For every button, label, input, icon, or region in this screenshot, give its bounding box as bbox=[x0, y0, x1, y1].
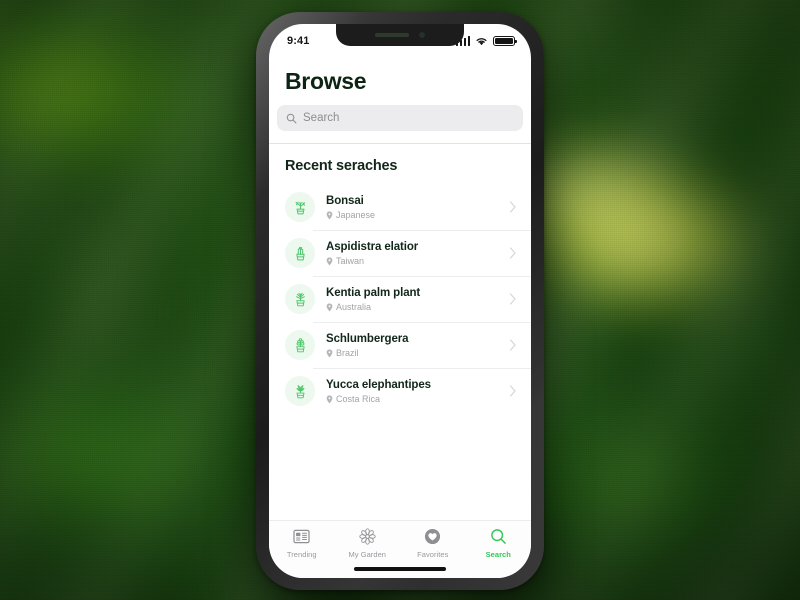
plant-origin: Taiwan bbox=[326, 256, 503, 266]
search-bar-container bbox=[269, 95, 531, 143]
chevron-right-icon bbox=[503, 339, 517, 351]
newspaper-icon bbox=[293, 527, 310, 546]
plant-name: Bonsai bbox=[326, 194, 364, 207]
plant-origin-label: Brazil bbox=[336, 348, 359, 359]
plant-name: Schlumbergera bbox=[326, 332, 409, 345]
yucca-plant-icon bbox=[296, 384, 304, 398]
bonsai-plant-icon bbox=[295, 201, 305, 214]
recent-searches-list: Bonsai Japanese Aspidistra elatior Taiwa… bbox=[269, 184, 531, 418]
list-item-text: Kentia palm plant Australia bbox=[326, 286, 503, 313]
page-header: Browse bbox=[269, 54, 531, 95]
list-item-text: Schlumbergera Brazil bbox=[326, 332, 503, 359]
plant-thumbnail bbox=[285, 192, 315, 222]
list-item-text: Aspidistra elatior Taiwan bbox=[326, 240, 503, 267]
list-item-text: Bonsai Japanese bbox=[326, 194, 503, 221]
list-item[interactable]: Yucca elephantipes Costa Rica bbox=[269, 368, 531, 414]
tab-favorites[interactable]: Favorites bbox=[404, 527, 462, 559]
tab-label: Favorites bbox=[417, 550, 449, 559]
tab-label: My Garden bbox=[348, 550, 387, 559]
list-item[interactable]: Kentia palm plant Australia bbox=[269, 276, 531, 322]
plant-origin-label: Australia bbox=[336, 302, 372, 313]
tab-my-garden[interactable]: My Garden bbox=[338, 527, 396, 559]
page-title: Browse bbox=[285, 68, 367, 94]
search-field[interactable] bbox=[277, 105, 523, 131]
plant-name: Aspidistra elatior bbox=[326, 240, 419, 253]
tab-label: Search bbox=[485, 550, 511, 559]
heart-circle-icon bbox=[424, 527, 441, 546]
front-camera-icon bbox=[419, 32, 425, 38]
plant-thumbnail bbox=[285, 238, 315, 268]
list-item[interactable]: Schlumbergera Brazil bbox=[269, 322, 531, 368]
plant-thumbnail bbox=[285, 376, 315, 406]
status-icons bbox=[455, 36, 518, 46]
battery-full-icon bbox=[493, 36, 518, 46]
phone-notch bbox=[336, 24, 464, 46]
search-input[interactable] bbox=[303, 112, 514, 124]
plant-origin: Brazil bbox=[326, 348, 503, 358]
section-title: Recent seraches bbox=[285, 158, 398, 174]
plant-thumbnail bbox=[285, 284, 315, 314]
search-icon bbox=[286, 113, 297, 124]
plant-origin-label: Japanese bbox=[336, 210, 376, 221]
palm-plant-icon bbox=[295, 292, 305, 306]
wifi-icon bbox=[476, 38, 487, 46]
plant-name: Yucca elephantipes bbox=[326, 378, 431, 391]
list-item[interactable]: Bonsai Japanese bbox=[269, 184, 531, 230]
location-pin-icon bbox=[326, 395, 333, 404]
location-pin-icon bbox=[326, 303, 333, 312]
plant-origin-label: Taiwan bbox=[336, 256, 365, 267]
location-pin-icon bbox=[326, 257, 333, 266]
plant-origin: Japanese bbox=[326, 210, 503, 220]
earpiece-speaker-icon bbox=[375, 33, 409, 37]
cactus-plant-icon bbox=[295, 246, 305, 260]
home-indicator[interactable] bbox=[354, 567, 446, 571]
search-icon bbox=[490, 527, 507, 546]
chevron-right-icon bbox=[503, 247, 517, 259]
location-pin-icon bbox=[326, 349, 333, 358]
status-time: 9:41 bbox=[287, 35, 310, 47]
plant-origin-label: Costa Rica bbox=[336, 394, 381, 405]
phone-screen: 9:41 Browse Search Recent seraches Bonsa… bbox=[269, 24, 531, 578]
chevron-right-icon bbox=[503, 201, 517, 213]
succulent-plant-icon bbox=[295, 337, 305, 352]
plant-origin: Australia bbox=[326, 302, 503, 312]
chevron-right-icon bbox=[503, 385, 517, 397]
tab-search[interactable]: Search bbox=[469, 527, 527, 559]
plant-name: Kentia palm plant bbox=[326, 286, 421, 299]
phone-mockup: 9:41 Browse Search Recent seraches Bonsa… bbox=[256, 12, 544, 590]
tab-label: Trending bbox=[286, 550, 317, 559]
tab-trending[interactable]: Trending bbox=[273, 527, 331, 559]
plant-thumbnail bbox=[285, 330, 315, 360]
list-item[interactable]: Aspidistra elatior Taiwan bbox=[269, 230, 531, 276]
chevron-right-icon bbox=[503, 293, 517, 305]
list-item-text: Yucca elephantipes Costa Rica bbox=[326, 378, 503, 405]
flower-icon bbox=[358, 527, 377, 546]
plant-origin: Costa Rica bbox=[326, 394, 503, 404]
location-pin-icon bbox=[326, 211, 333, 220]
